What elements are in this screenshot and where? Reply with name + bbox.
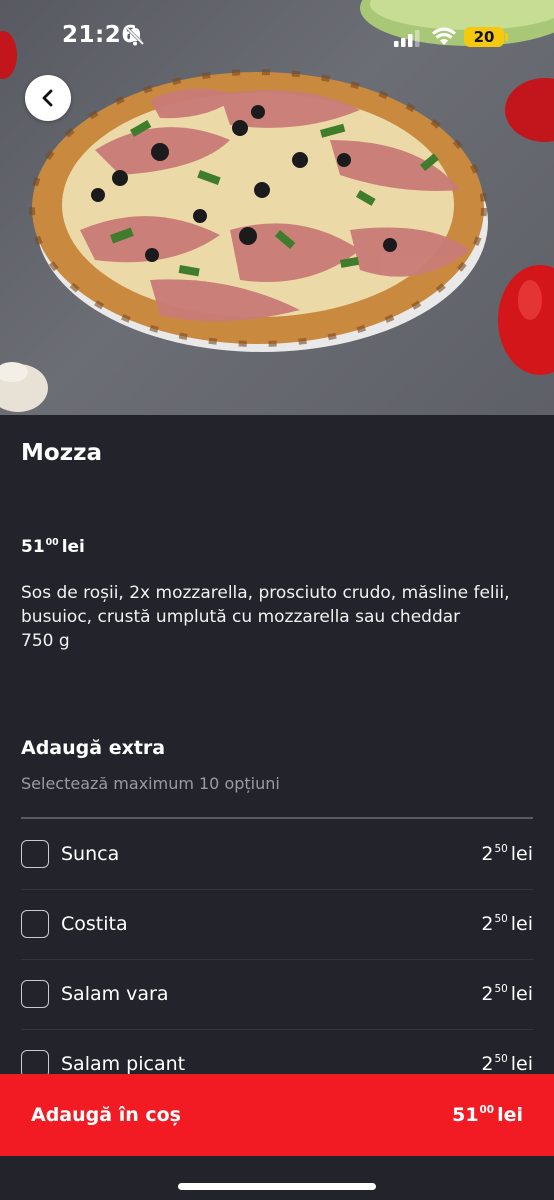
price-currency: lei — [61, 537, 85, 557]
product-price: 5100 lei — [21, 537, 85, 557]
option-price: 250 lei — [481, 843, 533, 865]
product-description-block: Sos de roșii, 2x mozzarella, prosciuto c… — [21, 581, 533, 653]
extras-title: Adaugă extra — [21, 737, 166, 759]
option-price-currency: lei — [510, 1053, 533, 1075]
option-price: 250 lei — [481, 1053, 533, 1075]
cellular-signal-icon — [394, 30, 420, 47]
product-weight: 750 g — [21, 631, 70, 651]
option-price-main: 2 — [481, 843, 494, 865]
option-price-cents: 50 — [494, 913, 508, 926]
option-price-currency: lei — [510, 843, 533, 865]
product-description: Sos de roșii, 2x mozzarella, prosciuto c… — [21, 583, 510, 627]
add-to-cart-price: 5100 lei — [452, 1104, 523, 1126]
option-label: Salam picant — [61, 1053, 186, 1075]
add-to-cart-label: Adaugă în coș — [31, 1104, 181, 1126]
option-price-cents: 50 — [494, 843, 508, 856]
option-price-main: 2 — [481, 913, 494, 935]
extra-option-salam-vara[interactable]: Salam vara 250 lei — [21, 959, 533, 1030]
option-price-cents: 50 — [494, 983, 508, 996]
battery-tip — [505, 33, 508, 41]
chevron-left-icon — [42, 89, 53, 107]
option-price-cents: 50 — [494, 1053, 508, 1066]
extras-subtitle: Selectează maximum 10 opțiuni — [21, 774, 280, 793]
status-bar: 21:26 20 — [0, 0, 554, 72]
back-button[interactable] — [25, 75, 71, 121]
wifi-icon — [432, 27, 456, 45]
battery-indicator: 20 — [464, 27, 504, 47]
cta-price-cents: 00 — [479, 1104, 495, 1117]
cta-price-main: 51 — [452, 1104, 479, 1126]
option-price-main: 2 — [481, 983, 494, 1005]
option-label: Sunca — [61, 843, 120, 865]
product-title: Mozza — [21, 440, 102, 466]
bottom-safe-area — [0, 1156, 554, 1200]
option-price: 250 lei — [481, 913, 533, 935]
checkbox[interactable] — [21, 840, 49, 868]
option-price-main: 2 — [481, 1053, 494, 1075]
cta-price-currency: lei — [497, 1104, 523, 1126]
add-to-cart-button[interactable]: Adaugă în coș 5100 lei — [0, 1074, 554, 1156]
price-cents: 00 — [45, 537, 59, 548]
home-indicator[interactable] — [178, 1183, 376, 1190]
option-price-currency: lei — [510, 913, 533, 935]
extra-option-sunca[interactable]: Sunca 250 lei — [21, 819, 533, 890]
bell-muted-icon — [125, 26, 145, 46]
checkbox[interactable] — [21, 910, 49, 938]
option-price-currency: lei — [510, 983, 533, 1005]
option-label: Costita — [61, 913, 128, 935]
price-main: 51 — [21, 537, 45, 557]
checkbox[interactable] — [21, 980, 49, 1008]
option-label: Salam vara — [61, 983, 169, 1005]
battery-level: 20 — [473, 28, 495, 46]
option-price: 250 lei — [481, 983, 533, 1005]
extra-option-costita[interactable]: Costita 250 lei — [21, 889, 533, 960]
